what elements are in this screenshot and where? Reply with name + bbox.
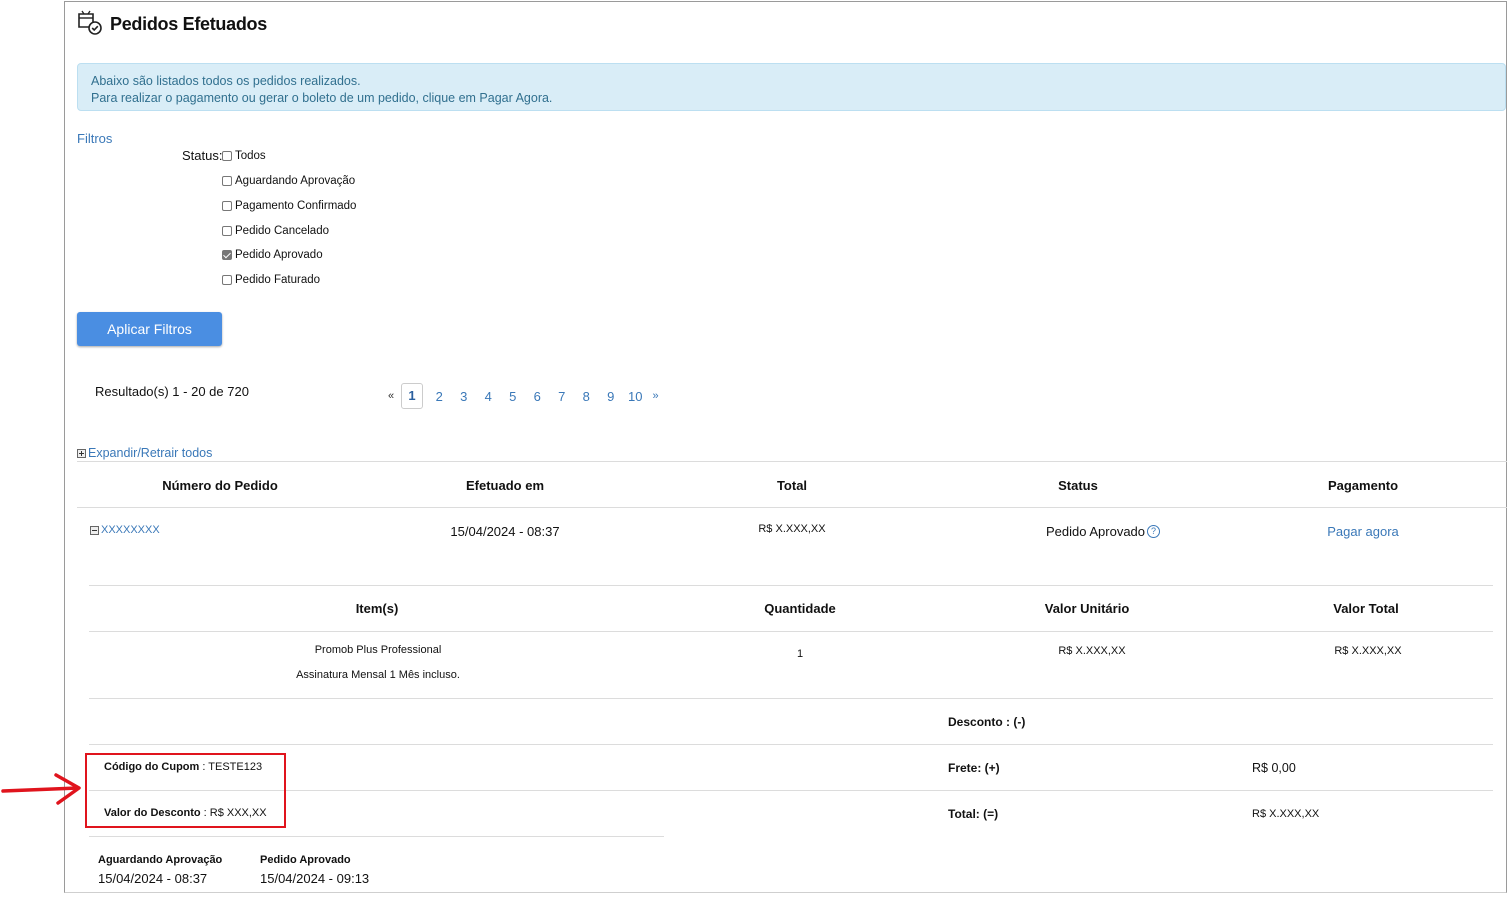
expand-collapse-all-link[interactable]: Expandir/Retrair todos [77,446,212,460]
order-status-text: Pedido Aprovado [1045,524,1146,539]
pagination-page-6[interactable]: 6 [525,389,550,404]
history-date-aguardando: 15/04/2024 - 08:37 [98,871,208,886]
page-title: Pedidos Efetuados [110,14,267,34]
col-header-total-price: Valor Total [1333,601,1399,616]
filter-option-label: Pedido Faturado [235,274,321,286]
col-header-payment: Pagamento [1327,478,1399,493]
filter-option-pedido-faturado[interactable]: Pedido Faturado [222,274,320,286]
filters-toggle[interactable]: Filtros [77,131,112,146]
divider [89,744,1493,745]
divider [89,698,1493,699]
col-header-status: Status [1058,478,1098,493]
divider [89,631,1493,632]
filter-option-label: Pedido Aprovado [235,249,323,261]
pagination-page-8[interactable]: 8 [574,389,599,404]
filter-option-pagamento-confirmado[interactable]: Pagamento Confirmado [222,200,356,212]
order-status: Pedido Aprovado? [978,524,1228,539]
total-label: Total: (=) [948,807,999,821]
info-alert: Abaixo são listados todos os pedidos rea… [77,63,1506,111]
col-header-total: Total [776,478,808,493]
pagination-page-3[interactable]: 3 [452,389,477,404]
expand-collapse-label: Expandir/Retrair todos [88,446,213,460]
apply-filters-button[interactable]: Aplicar Filtros [77,312,222,346]
checkbox[interactable] [222,151,232,161]
col-header-unit-price: Valor Unitário [1044,601,1130,616]
col-header-quantity: Quantidade [764,601,836,616]
total-value: R$ X.XXX,XX [1252,808,1320,820]
history-date-aprovado: 15/04/2024 - 09:13 [260,871,370,886]
col-header-order-number: Número do Pedido [162,478,278,493]
highlight-box [85,753,286,828]
freight-label: Frete: (+) [948,761,1000,775]
filter-option-label: Pagamento Confirmado [235,200,357,212]
item-total-price: R$ X.XXX,XX [1334,645,1402,657]
divider [77,507,1507,508]
item-unit-price: R$ X.XXX,XX [1058,645,1126,657]
filter-option-aguardando-aprovacao[interactable]: Aguardando Aprovação [222,175,355,187]
divider [89,790,1493,791]
help-icon[interactable]: ? [1147,525,1161,538]
pagination-page-5[interactable]: 5 [501,389,526,404]
orders-box-check-icon [78,10,102,35]
pagination-page-2[interactable]: 2 [427,389,452,404]
filter-option-pedido-cancelado[interactable]: Pedido Cancelado [222,225,329,237]
checkbox[interactable] [222,275,232,285]
item-description: Assinatura Mensal 1 Mês incluso. [296,669,460,681]
filter-option-label: Pedido Cancelado [235,225,329,237]
info-line-1: Abaixo são listados todos os pedidos rea… [91,74,361,88]
info-line-2: Para realizar o pagamento ou gerar o bol… [91,91,553,105]
pagination-page-7[interactable]: 7 [550,389,575,404]
pagination-prev[interactable]: « [383,390,399,402]
col-header-items: Item(s) [355,601,399,616]
pagination: « 1 2 3 4 5 6 7 8 9 10 » [383,383,664,409]
pagination-next[interactable]: » [648,390,664,402]
filter-option-pedido-aprovado[interactable]: Pedido Aprovado [222,249,323,261]
order-number-cell[interactable]: XXXXXXXX [90,524,160,536]
checkbox[interactable] [222,176,232,186]
collapse-minus-icon[interactable] [90,525,99,535]
checkbox-checked[interactable] [222,250,232,260]
discount-label: Desconto : (-) [948,715,1026,729]
freight-value: R$ 0,00 [1252,761,1296,775]
divider [89,836,664,837]
order-number-link[interactable]: XXXXXXXX [101,524,160,536]
filter-option-todos[interactable]: Todos [222,150,266,162]
status-label: Status: [182,148,223,163]
checkbox[interactable] [222,226,232,236]
pagination-page-4[interactable]: 4 [476,389,501,404]
filter-option-label: Aguardando Aprovação [235,175,356,187]
order-total: R$ X.XXX,XX [758,523,826,535]
pagination-page-10[interactable]: 10 [623,389,648,404]
divider [77,461,1507,462]
pay-now-link[interactable]: Pagar agora [1263,524,1463,539]
results-summary: Resultado(s) 1 - 20 de 720 [95,384,249,399]
expand-plus-icon [77,448,86,458]
filter-option-label: Todos [235,150,266,162]
arrow-right-icon [1,773,81,805]
divider [89,585,1493,586]
pagination-page-1[interactable]: 1 [401,383,423,409]
item-quantity: 1 [796,648,804,660]
history-label-aguardando: Aguardando Aprovação [98,854,223,866]
col-header-date: Efetuado em [465,478,544,493]
pagination-page-9[interactable]: 9 [599,389,624,404]
history-label-aprovado: Pedido Aprovado [260,854,351,866]
order-date: 15/04/2024 - 08:37 [450,524,560,539]
checkbox[interactable] [222,201,232,211]
item-name: Promob Plus Professional [314,644,442,656]
